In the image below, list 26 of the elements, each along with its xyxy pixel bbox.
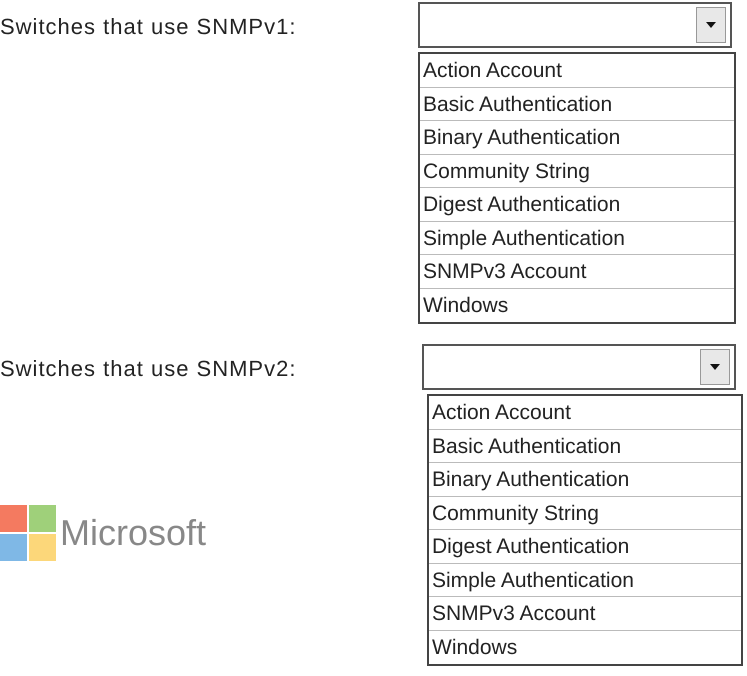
caret-icon xyxy=(710,364,720,370)
option-item[interactable]: Digest Authentication xyxy=(420,188,734,222)
option-item[interactable]: Binary Authentication xyxy=(420,121,734,154)
option-item[interactable]: Basic Authentication xyxy=(429,430,741,463)
option-item[interactable]: Simple Authentication xyxy=(420,222,734,255)
option-item[interactable]: SNMPv3 Account xyxy=(420,255,734,288)
caret-icon xyxy=(706,22,716,28)
question-label: Switches that use SNMPv2: xyxy=(0,355,298,383)
option-item[interactable]: Action Account xyxy=(420,54,734,88)
option-item[interactable]: Basic Authentication xyxy=(420,88,734,121)
dropdown[interactable] xyxy=(422,344,736,390)
option-item[interactable]: SNMPv3 Account xyxy=(429,597,741,630)
option-item[interactable]: Community String xyxy=(429,496,741,530)
option-item[interactable]: Digest Authentication xyxy=(429,530,741,564)
logo-text: Microsoft xyxy=(60,511,206,555)
option-item[interactable]: Community String xyxy=(420,154,734,188)
dropdown-button[interactable] xyxy=(696,7,726,43)
option-item[interactable]: Binary Authentication xyxy=(429,463,741,496)
dropdown[interactable] xyxy=(418,2,732,48)
dropdown-button[interactable] xyxy=(700,349,730,385)
option-item[interactable]: Windows xyxy=(429,630,741,664)
option-item[interactable]: Simple Authentication xyxy=(429,564,741,597)
logo-icon xyxy=(0,505,56,561)
option-item[interactable]: Action Account xyxy=(429,396,741,430)
question-label: Switches that use SNMPv1: xyxy=(0,13,298,41)
option-item[interactable]: Windows xyxy=(420,288,734,322)
